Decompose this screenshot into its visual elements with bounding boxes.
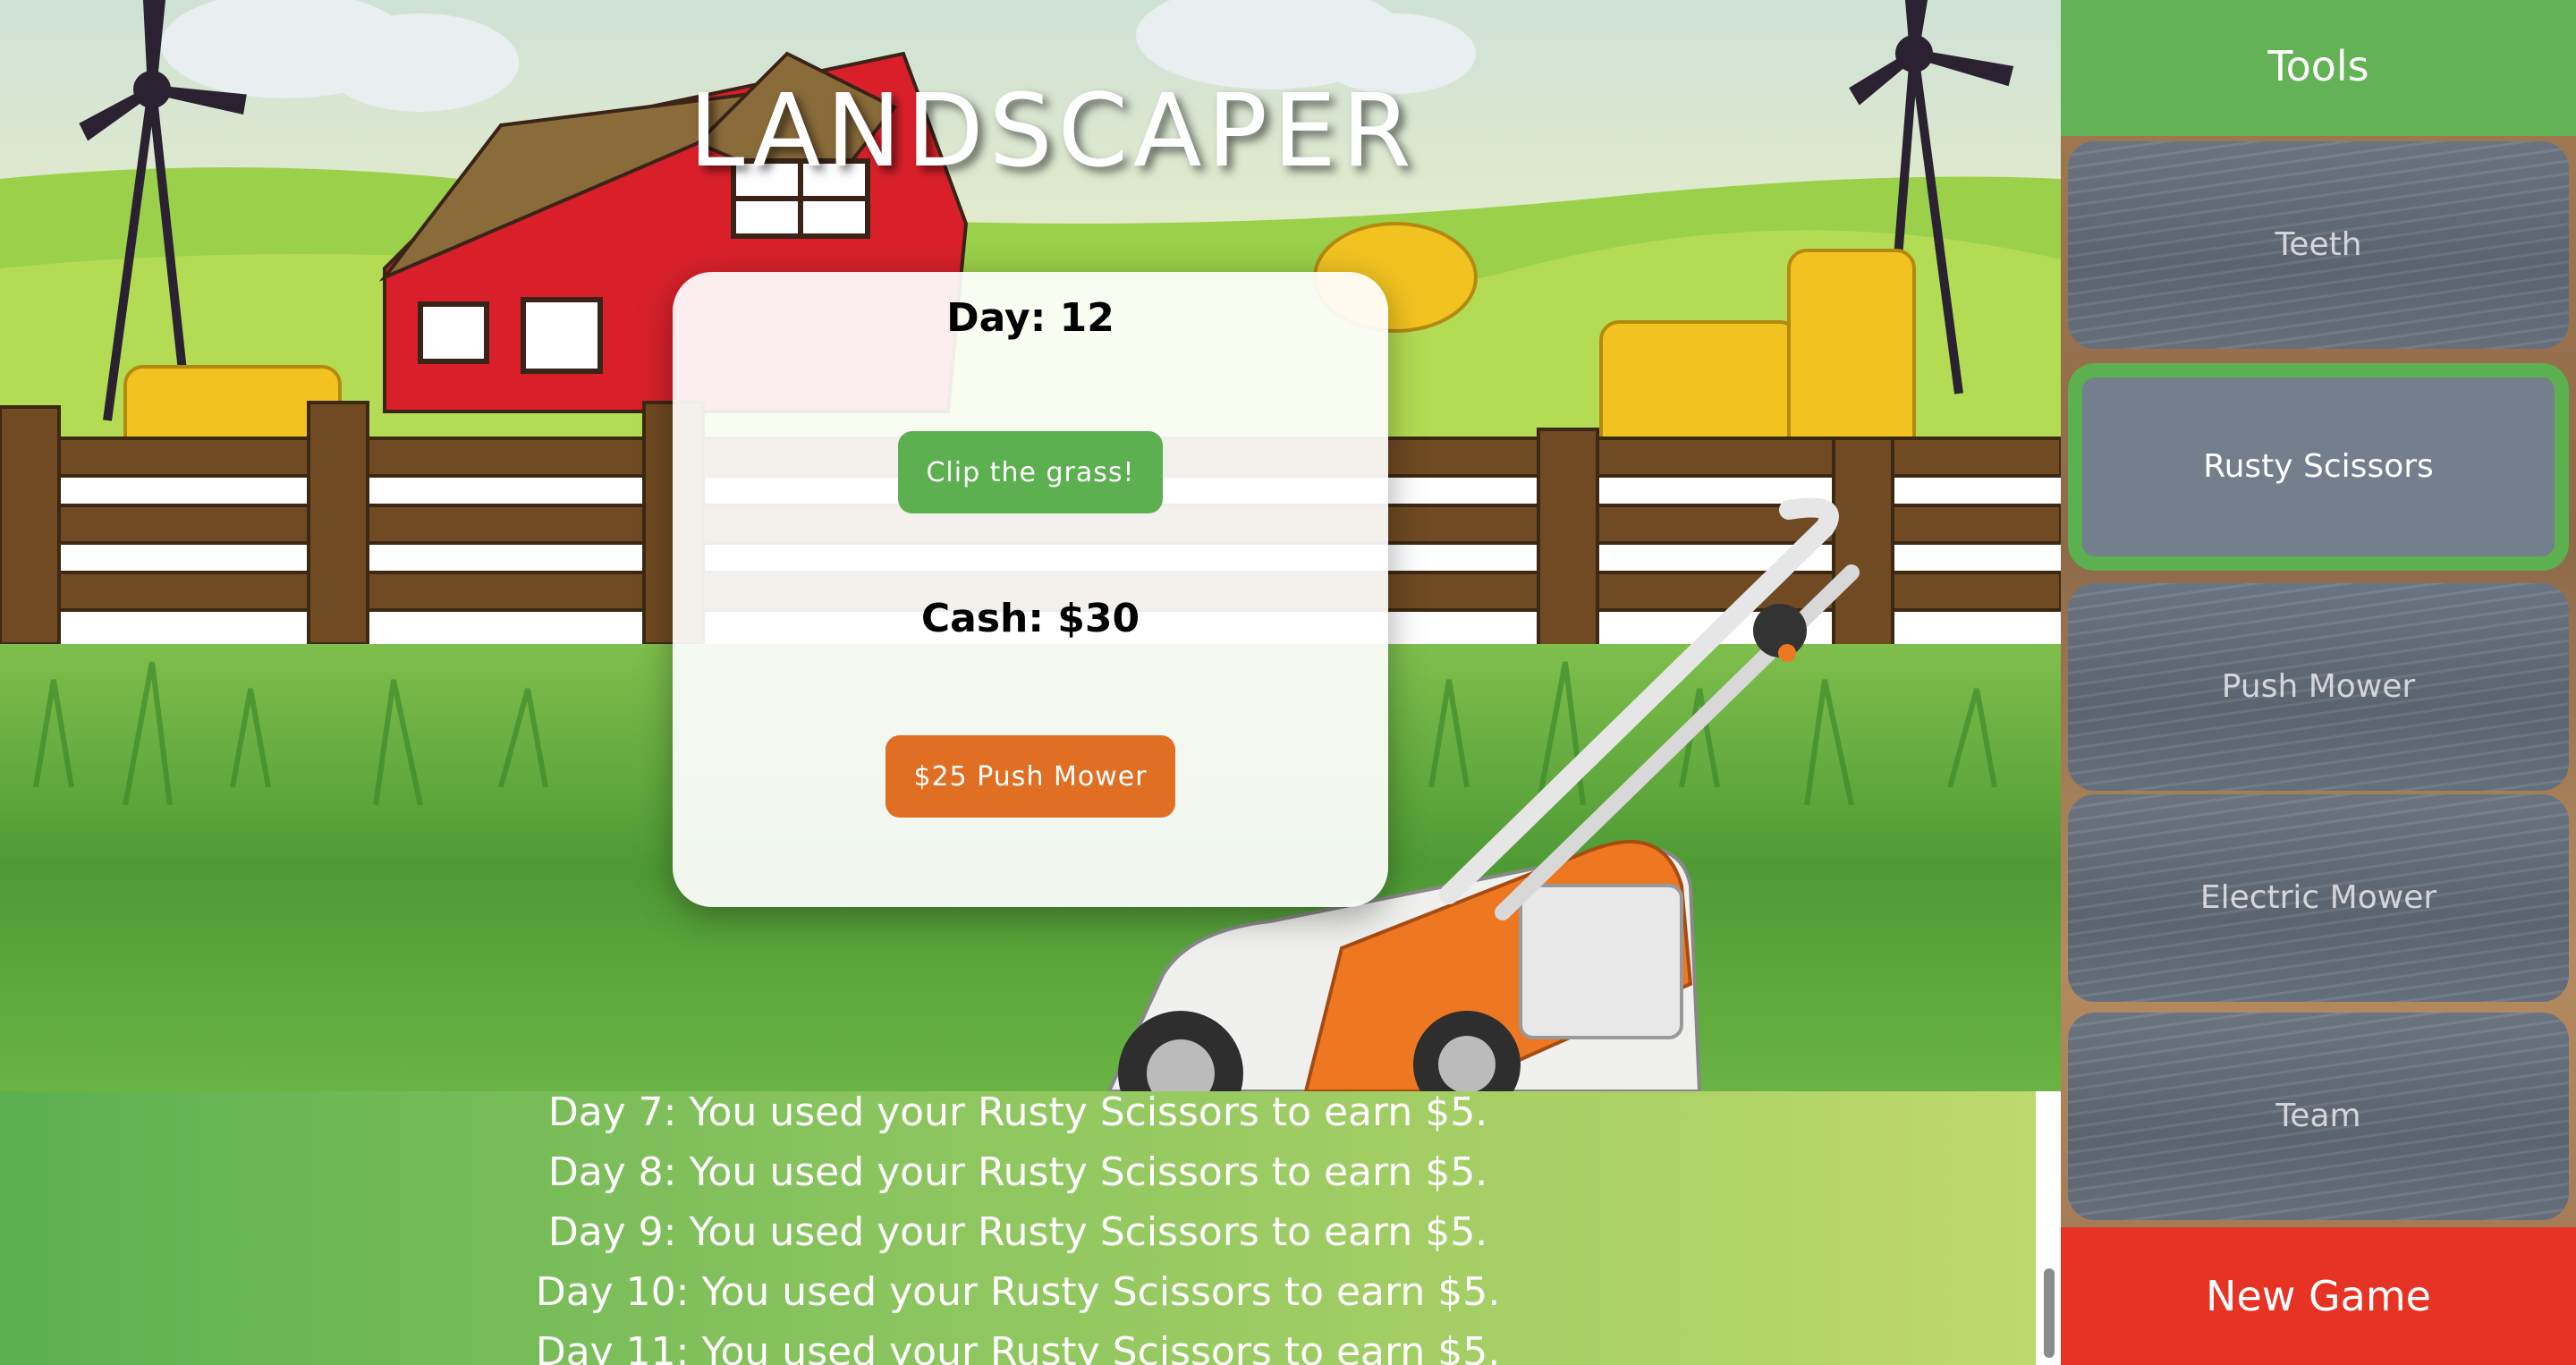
activity-log[interactable]: Day 7: You used your Rusty Scissors to e… xyxy=(0,1091,2036,1365)
log-entry: Day 7: You used your Rusty Scissors to e… xyxy=(547,1091,1488,1135)
log-entry: Day 9: You used your Rusty Scissors to e… xyxy=(547,1209,1488,1255)
game-title: LANDSCAPER xyxy=(689,73,1417,190)
tool-push-mower[interactable]: Push Mower xyxy=(2068,583,2569,791)
tool-rusty-scissors[interactable]: Rusty Scissors xyxy=(2068,363,2569,571)
log-entry: Day 8: You used your Rusty Scissors to e… xyxy=(547,1149,1488,1195)
buy-push-mower-button[interactable]: $25 Push Mower xyxy=(886,735,1175,818)
log-entry: Day 10: You used your Rusty Scissors to … xyxy=(535,1269,1501,1315)
status-card: Day: 12 Clip the grass! Cash: $30 $25 Pu… xyxy=(673,272,1388,907)
scroll-thumb[interactable] xyxy=(2044,1268,2055,1358)
cash-display: Cash: $30 xyxy=(920,596,1140,641)
tool-teeth[interactable]: Teeth xyxy=(2068,141,2569,349)
log-entry: Day 11: You used your Rusty Scissors to … xyxy=(535,1329,1501,1365)
tools-sidebar: Tools Teeth Rusty Scissors Push Mower El… xyxy=(2061,0,2576,1365)
tool-team[interactable]: Team xyxy=(2068,1013,2569,1220)
log-list: Day 7: You used your Rusty Scissors to e… xyxy=(0,1091,2036,1365)
farm-scene: LANDSCAPER Day: 12 Clip the grass! Cash:… xyxy=(0,0,2061,1091)
day-counter: Day: 12 xyxy=(946,295,1114,341)
log-scrollbar[interactable] xyxy=(2036,1091,2061,1365)
game-app: LANDSCAPER Day: 12 Clip the grass! Cash:… xyxy=(0,0,2576,1365)
tools-header: Tools xyxy=(2061,0,2576,136)
clip-grass-button[interactable]: Clip the grass! xyxy=(898,431,1163,513)
tool-electric-mower[interactable]: Electric Mower xyxy=(2068,794,2569,1002)
new-game-button[interactable]: New Game xyxy=(2061,1227,2576,1365)
